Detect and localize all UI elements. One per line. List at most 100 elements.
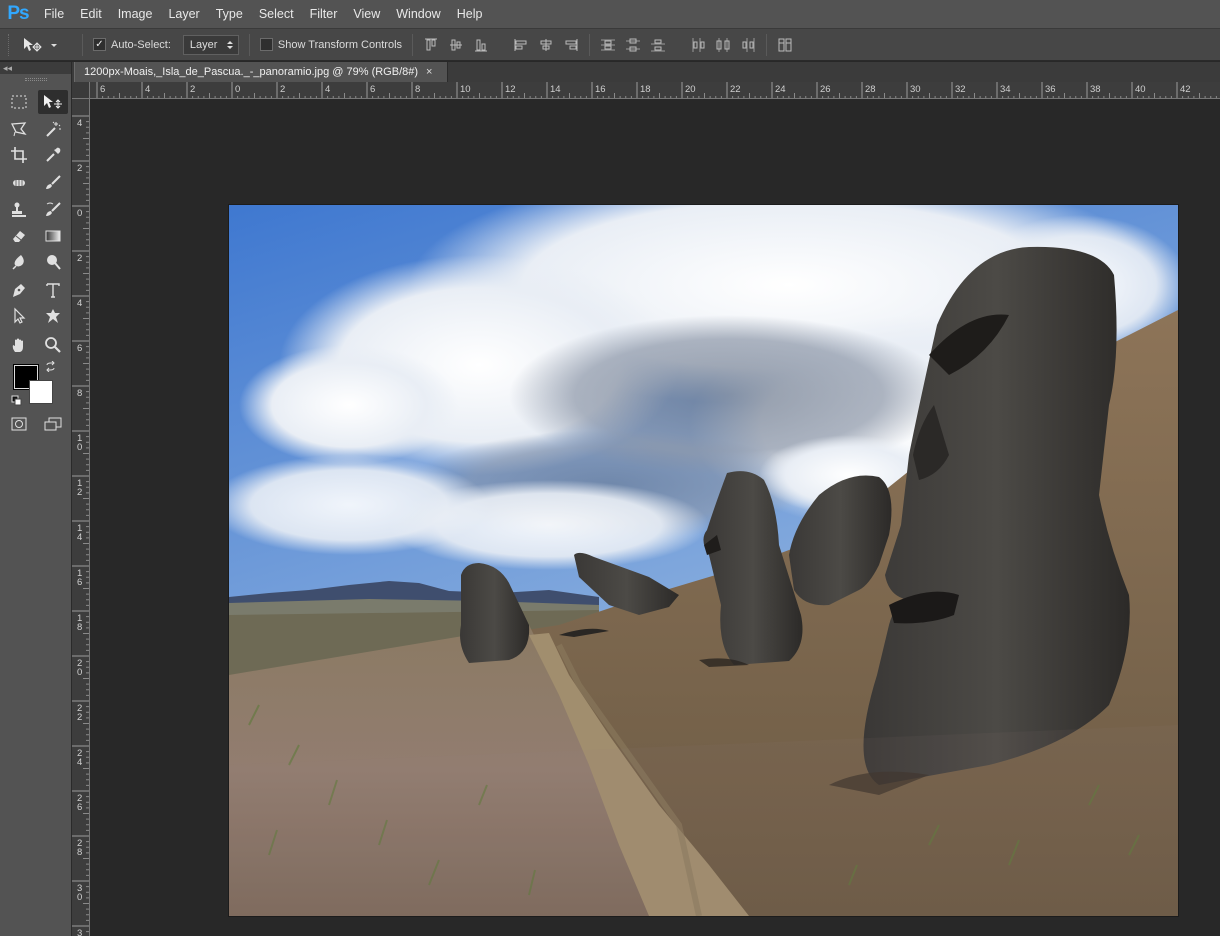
divider: [589, 33, 591, 56]
history-brush-tool[interactable]: [38, 198, 68, 222]
align-right-edges-icon[interactable]: [563, 37, 579, 53]
menu-view[interactable]: View: [345, 0, 388, 28]
spot-healing-tool[interactable]: [4, 171, 34, 195]
horizontal-ruler-ticks: 6 4 2 0 2 4 6 8 10 12 14 16 18 20 22 24 26 28 30 32 34 36 38 40…: [96, 82, 1217, 98]
move-tool[interactable]: [38, 90, 68, 114]
rectangular-marquee-tool[interactable]: [4, 90, 34, 114]
auto-align-layers-icon[interactable]: [777, 37, 793, 53]
type-icon: [46, 283, 60, 298]
zoom-tool[interactable]: [38, 333, 68, 357]
menu-type[interactable]: Type: [208, 0, 251, 28]
ruler-label: 20: [685, 84, 696, 95]
canvas-workspace[interactable]: [90, 99, 1220, 936]
custom-shape-tool[interactable]: [38, 304, 68, 328]
options-bar-grip[interactable]: [8, 33, 12, 56]
menu-edit[interactable]: Edit: [72, 0, 110, 28]
moai-landscape-image: [229, 205, 1178, 916]
rectangular-marquee-icon: [11, 95, 27, 109]
ruler-label: 14: [550, 84, 561, 95]
ruler-label: 3: [77, 928, 82, 936]
type-tool[interactable]: [38, 278, 68, 302]
align-left-edges-icon[interactable]: [513, 37, 529, 53]
default-colors-icon[interactable]: [11, 395, 22, 406]
screen-mode-button[interactable]: [38, 412, 68, 436]
swap-colors-icon[interactable]: [45, 361, 56, 372]
quick-mask-button[interactable]: [4, 412, 34, 436]
tools-panel-collapse[interactable]: ◂◂: [0, 62, 71, 74]
distribute-left-icon[interactable]: [690, 37, 706, 53]
tool-preset-picker[interactable]: [22, 37, 58, 53]
blur-tool[interactable]: [4, 250, 34, 274]
distribute-top-icon[interactable]: [600, 37, 616, 53]
align-top-edges-icon[interactable]: [423, 37, 439, 53]
vertical-ruler[interactable]: 420246810121416182022242628303: [72, 99, 90, 936]
hand-icon: [12, 338, 23, 352]
polygonal-lasso-tool[interactable]: [4, 117, 34, 141]
crop-icon: [11, 147, 27, 163]
menu-window[interactable]: Window: [388, 0, 448, 28]
ruler-label: 18: [640, 84, 651, 95]
distribute-bottom-icon[interactable]: [650, 37, 666, 53]
clone-stamp-tool[interactable]: [4, 198, 34, 222]
align-bottom-edges-icon[interactable]: [473, 37, 489, 53]
photoshop-logo: Ps: [7, 3, 29, 24]
crop-tool[interactable]: [4, 143, 34, 167]
menu-filter[interactable]: Filter: [302, 0, 346, 28]
divider: [248, 33, 250, 56]
ruler-label: 2: [190, 84, 195, 95]
path-selection-tool[interactable]: [4, 304, 34, 328]
ruler-label: 26: [820, 84, 831, 95]
distribute-horizontal-centers-icon[interactable]: [715, 37, 731, 53]
menu-image[interactable]: Image: [110, 0, 161, 28]
background-color-swatch[interactable]: [29, 380, 53, 404]
magic-wand-tool[interactable]: [38, 117, 68, 141]
document-tab-title: 1200px-Moais,_Isla_de_Pascua._-_panorami…: [84, 66, 419, 78]
pen-tool[interactable]: [4, 278, 34, 302]
document-tab-bar: 1200px-Moais,_Isla_de_Pascua._-_panorami…: [72, 62, 1220, 82]
ruler-label: 28: [865, 84, 876, 95]
spot-healing-icon: [13, 178, 25, 188]
align-horizontal-centers-icon[interactable]: [538, 37, 554, 53]
ruler-label: 32: [955, 84, 966, 95]
ruler-label: 8: [77, 622, 82, 633]
document-image[interactable]: [229, 205, 1178, 916]
align-vertical-centers-icon[interactable]: [448, 37, 464, 53]
ruler-label: 2: [77, 712, 82, 723]
dodge-tool[interactable]: [38, 250, 68, 274]
ruler-label: 0: [77, 667, 82, 678]
horizontal-ruler[interactable]: 6 4 2 0 2 4 6 8 10 12 14 16 18 20 22 24 26 28 30 32 34 36 38 40…: [90, 82, 1220, 99]
move-tool-icon: [44, 95, 62, 109]
ruler-label: 30: [910, 84, 921, 95]
eraser-tool[interactable]: [4, 224, 34, 248]
auto-select-label: Auto-Select:: [111, 38, 171, 51]
distribute-buttons: [600, 37, 756, 53]
menu-file[interactable]: File: [36, 0, 72, 28]
auto-select-checkbox[interactable]: ✓: [93, 38, 106, 51]
ruler-origin[interactable]: [72, 82, 90, 99]
brush-tool[interactable]: [38, 171, 68, 195]
auto-select-target-dropdown[interactable]: Layer: [182, 34, 239, 55]
zoom-icon: [45, 337, 61, 353]
ruler-label: 6: [77, 802, 82, 813]
ruler-label: 2: [77, 487, 82, 498]
clone-stamp-icon: [12, 202, 26, 217]
gradient-tool[interactable]: [38, 224, 68, 248]
show-transform-checkbox[interactable]: [259, 38, 273, 51]
ruler-label: 2: [77, 253, 82, 264]
ruler-label: 4: [77, 757, 82, 768]
menu-help[interactable]: Help: [449, 0, 491, 28]
tools-panel-grip[interactable]: [0, 74, 71, 84]
hand-tool[interactable]: [4, 333, 34, 357]
close-icon[interactable]: ×: [426, 66, 432, 78]
distribute-vertical-centers-icon[interactable]: [625, 37, 641, 53]
ruler-label: 0: [77, 442, 82, 453]
document-tab[interactable]: 1200px-Moais,_Isla_de_Pascua._-_panorami…: [74, 62, 448, 82]
ruler-label: 38: [1090, 84, 1101, 95]
eyedropper-tool[interactable]: [38, 143, 68, 167]
ruler-label: 0: [77, 208, 82, 219]
custom-shape-icon: [46, 309, 60, 323]
distribute-right-icon[interactable]: [740, 37, 756, 53]
menu-select[interactable]: Select: [251, 0, 302, 28]
ruler-label: 4: [145, 84, 150, 95]
menu-layer[interactable]: Layer: [160, 0, 207, 28]
